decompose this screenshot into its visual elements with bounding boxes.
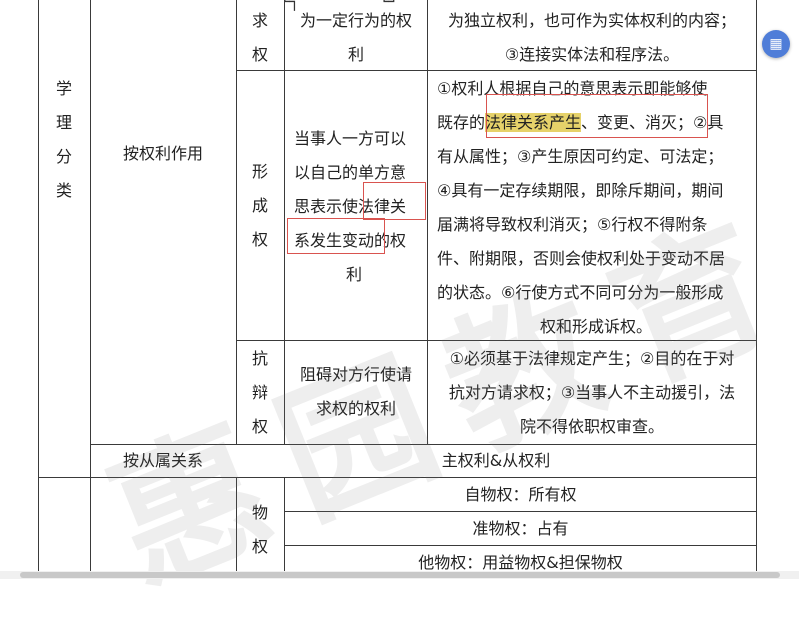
highlighted-text: 法律关系产生: [485, 113, 582, 132]
defense-col3: 抗 辩 权: [251, 349, 268, 436]
category-doctrine-label: 学 理 分 类: [55, 79, 72, 200]
border-line: [38, 0, 39, 571]
formation-highlight-line: 既存的法律关系产生、变更、消灭；②具: [437, 113, 724, 132]
border-line: [756, 0, 757, 571]
horizontal-scrollbar[interactable]: [0, 571, 799, 579]
document-page: └┐ └┘ 求 权 为一定行为的权 利 为独立权利，也可作为实体权利的内容； ③…: [0, 0, 799, 617]
property-item: 自物权：所有权: [464, 485, 577, 504]
border-line: [90, 0, 91, 571]
defense-col4: 阻碍对方行使请 求权的权利: [299, 365, 412, 418]
document-icon[interactable]: ▦: [762, 30, 790, 58]
by-subordination-value: 主权利&从权利: [441, 451, 551, 470]
border-line: [284, 511, 757, 512]
border-line: [284, 0, 285, 445]
border-line: [90, 444, 757, 445]
req-right-col4: 为一定行为的权 利: [299, 11, 412, 64]
formation-col3: 形 成 权: [251, 162, 268, 249]
by-subordination-label: 按从属关系: [122, 451, 203, 470]
req-right-col5: 为独立权利，也可作为实体权利的内容； ③连接实体法和程序法。: [447, 11, 736, 64]
req-right-col3: 求 权: [251, 11, 268, 64]
border-line: [427, 0, 428, 445]
scrollbar-thumb[interactable]: [20, 572, 780, 578]
formation-col4: 当事人一方可以 以自己的单方意 思表示使法律关 系发生变动的权 利: [294, 129, 407, 284]
border-line: [236, 0, 237, 445]
border-line: [38, 477, 757, 478]
by-function-label: 按权利作用: [122, 144, 203, 163]
defense-col5: ①必须基于法律规定产生；②目的在于对 抗对方请求权；③当事人不主动援引，法 院不…: [448, 349, 736, 436]
property-item: 准物权：占有: [472, 519, 569, 538]
formation-col5: ①权利人根据自己的意思表示即能够使 既存的法律关系产生、变更、消灭；②具 有从属…: [437, 72, 755, 344]
border-line: [236, 477, 237, 571]
property-col3: 物 权: [251, 503, 268, 556]
border-line: [284, 545, 757, 546]
